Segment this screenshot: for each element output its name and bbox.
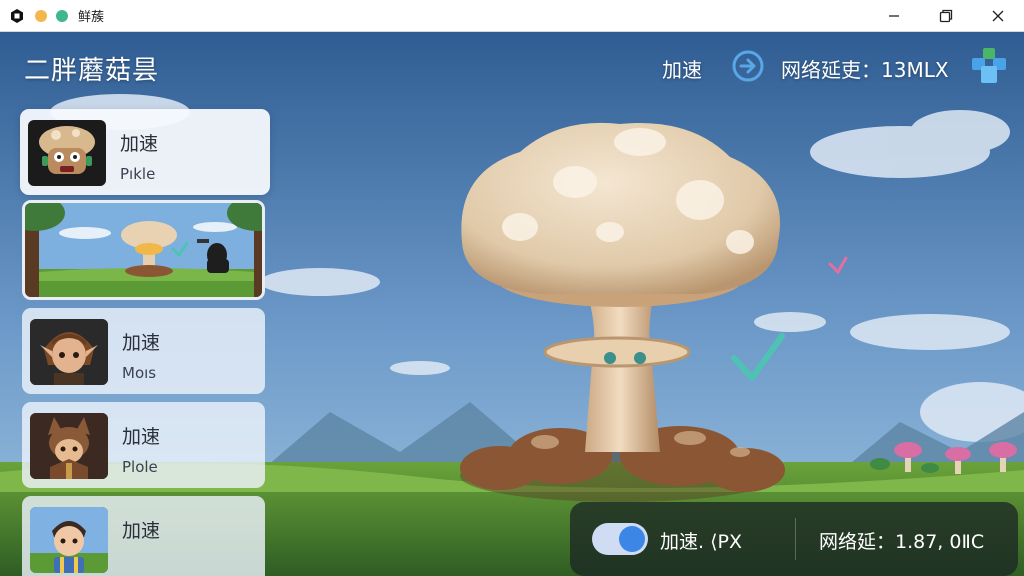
status-bar: 加速. ⟨PX 网络延：1.87, 0ⅡC	[570, 502, 1018, 576]
window-dot-yellow	[35, 9, 47, 22]
boost-toggle[interactable]	[592, 523, 648, 555]
game-card-subtitle: Moıs	[122, 364, 157, 382]
fox-warrior-icon	[30, 413, 108, 479]
title-bar: 鲜蔟	[0, 0, 1024, 32]
minimize-button[interactable]	[868, 0, 920, 32]
app-title: 二胖蘑菇昙	[24, 56, 160, 86]
game-card-1[interactable]: 加速 Pıkle	[20, 109, 270, 195]
mushroom-creature-icon	[28, 120, 106, 186]
boy-character-icon	[30, 507, 108, 573]
main-scene: 二胖蘑菇昙 加速 网络延吏：13MLX 加速 Pıkle 加速 Moıs 加速 …	[0, 32, 1024, 576]
blocks-logo-icon[interactable]	[970, 46, 1008, 86]
window-title: 鲜蔟	[78, 10, 105, 25]
minimize-icon	[889, 14, 899, 17]
toggle-knob	[619, 526, 645, 552]
game-card-subtitle: Plole	[122, 458, 158, 476]
arrow-right-circle-icon[interactable]	[732, 50, 764, 82]
close-icon	[992, 10, 1004, 21]
maximize-icon	[939, 9, 953, 22]
boost-status-text: 加速. ⟨PX	[660, 531, 742, 553]
close-button[interactable]	[972, 0, 1024, 32]
game-card-title: 加速	[122, 426, 161, 448]
divider	[795, 518, 796, 560]
game-card-4[interactable]: 加速 Plole	[22, 402, 265, 488]
latency-status-text: 网络延：1.87, 0ⅡC	[819, 531, 985, 553]
header-latency-readout: 网络延吏：13MLX	[781, 58, 949, 82]
game-card-title: 加速	[120, 133, 159, 155]
game-card-title: 加速	[122, 520, 161, 542]
game-card-title: 加速	[122, 332, 161, 354]
game-card-banner[interactable]	[22, 200, 265, 300]
maximize-button[interactable]	[920, 0, 972, 32]
game-card-5[interactable]: 加速	[22, 496, 265, 576]
header-boost-button[interactable]: 加速	[662, 54, 702, 83]
window-dot-green	[56, 9, 68, 22]
game-card-3[interactable]: 加速 Moıs	[22, 308, 265, 394]
elf-character-icon	[30, 319, 108, 385]
game-card-subtitle: Pıkle	[120, 165, 156, 183]
mushroom-scene-thumbnail	[25, 203, 262, 297]
app-logo-icon	[8, 7, 26, 25]
